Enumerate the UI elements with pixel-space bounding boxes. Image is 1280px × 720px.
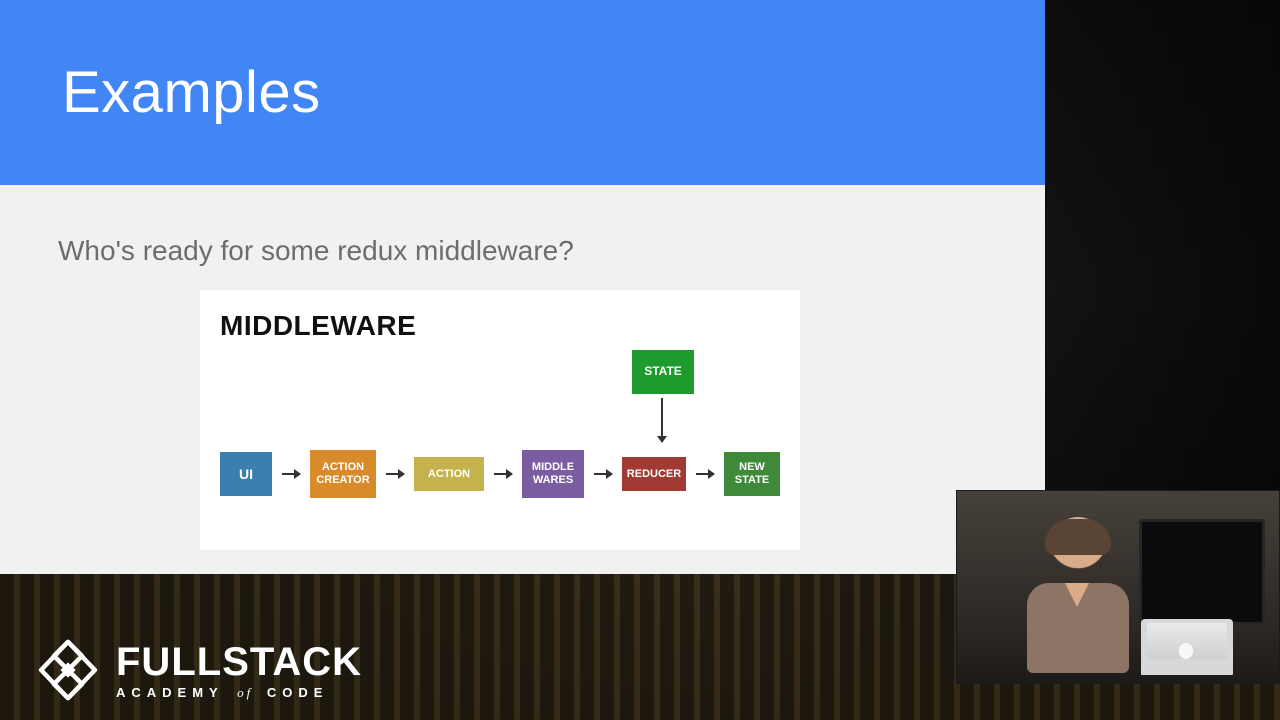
- logo-sub-pre: ACADEMY: [116, 685, 224, 700]
- arrow-icon: [282, 473, 300, 475]
- box-action-creator: ACTIONCREATOR: [310, 450, 376, 498]
- arrow-icon: [696, 473, 714, 475]
- logo-sub-of: of: [237, 685, 253, 700]
- speaker-silhouette: [1023, 517, 1133, 677]
- box-reducer: REDUCER: [622, 457, 686, 491]
- diagram-flow-row: UI ACTIONCREATOR ACTION MIDDLEWARES REDU…: [220, 450, 780, 498]
- arrow-icon: [386, 473, 404, 475]
- presentation-slide: Examples Who's ready for some redux midd…: [0, 0, 1045, 574]
- fullstack-logo-icon: [36, 638, 100, 702]
- box-action: ACTION: [414, 457, 484, 491]
- diagram-heading: MIDDLEWARE: [220, 310, 416, 342]
- arrow-state-to-reducer: [661, 398, 663, 442]
- apple-logo-icon: [1179, 643, 1193, 659]
- box-middlewares: MIDDLEWARES: [522, 450, 584, 498]
- logo-main-text: FULLSTACK: [116, 642, 362, 682]
- slide-subtitle: Who's ready for some redux middleware?: [0, 185, 1045, 267]
- fullstack-logo-text: FULLSTACK ACADEMY of CODE: [116, 642, 362, 699]
- box-state: STATE: [632, 350, 694, 394]
- slide-header: Examples: [0, 0, 1045, 185]
- logo-sub-post: CODE: [267, 685, 329, 700]
- middleware-diagram: MIDDLEWARE STATE UI ACTIONCREATOR ACTION…: [200, 290, 800, 550]
- monitor-icon: [1139, 519, 1265, 625]
- speaker-webcam-overlay: [956, 490, 1280, 684]
- logo-sub-text: ACADEMY of CODE: [116, 686, 362, 699]
- slide-title: Examples: [62, 59, 321, 126]
- fullstack-logo: FULLSTACK ACADEMY of CODE: [36, 638, 362, 702]
- arrow-icon: [594, 473, 612, 475]
- arrow-icon: [494, 473, 512, 475]
- box-ui: UI: [220, 452, 272, 496]
- box-new-state: NEWSTATE: [724, 452, 780, 496]
